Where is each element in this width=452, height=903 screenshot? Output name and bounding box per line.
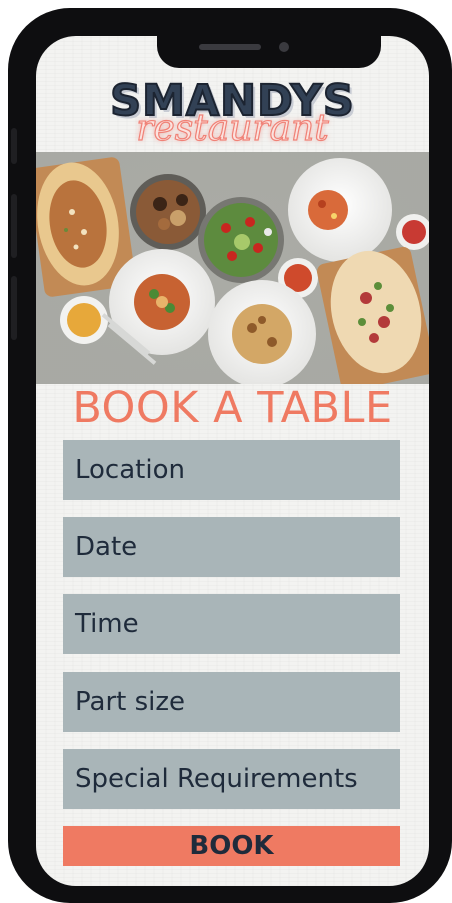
phone-side-button — [11, 194, 17, 258]
food-spread-illustration — [36, 152, 429, 384]
party-size-field[interactable]: Part size — [63, 672, 400, 732]
phone-camera — [279, 42, 289, 52]
hero-food-image — [36, 152, 429, 384]
brand-subtitle: restaurant — [136, 107, 330, 149]
special-requirements-field[interactable]: Special Requirements — [63, 749, 400, 809]
phone-notch — [157, 36, 381, 68]
phone-speaker — [199, 44, 261, 50]
phone-side-button — [11, 128, 17, 164]
page-title: BOOK A TABLE — [72, 383, 393, 433]
book-button[interactable]: BOOK — [63, 826, 400, 866]
phone-side-button — [11, 276, 17, 340]
date-field[interactable]: Date — [63, 517, 400, 577]
location-field[interactable]: Location — [63, 440, 400, 500]
brand-logo: SMANDYS restaurant — [36, 66, 429, 150]
time-field[interactable]: Time — [63, 594, 400, 654]
